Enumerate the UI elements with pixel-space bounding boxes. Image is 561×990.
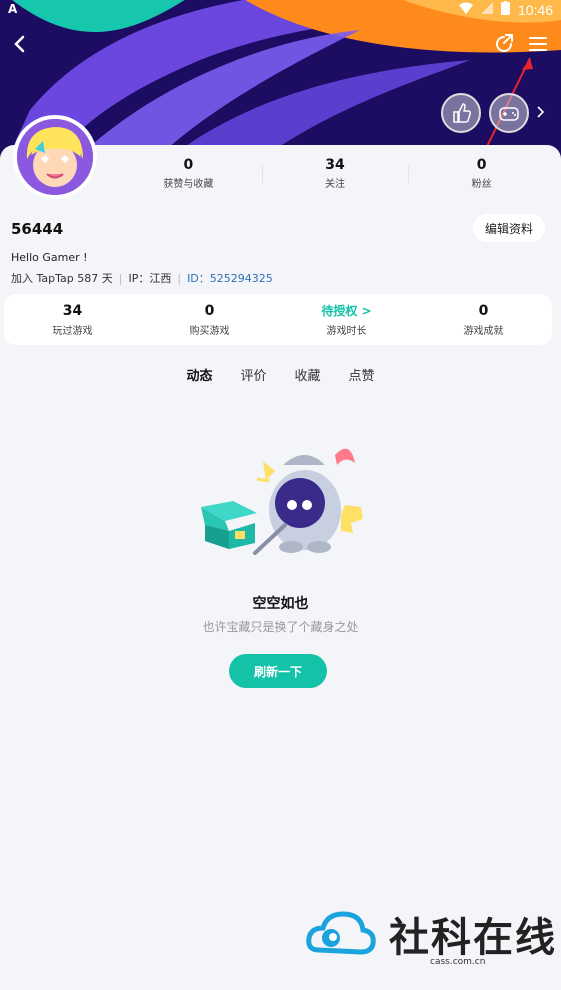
- chevron-right-icon[interactable]: [535, 104, 545, 123]
- likes-count: 0: [183, 157, 194, 173]
- watermark: 社科在线: [305, 905, 557, 963]
- followers-stat[interactable]: 0 粉丝: [408, 157, 555, 191]
- tab-reviews[interactable]: 评价: [240, 365, 266, 384]
- playtime-authorize-link[interactable]: 待授权 >: [278, 303, 415, 319]
- playtime-stat[interactable]: 待授权 > 游戏时长: [278, 303, 415, 337]
- join-days: 加入 TapTap 587 天: [11, 272, 113, 285]
- achievement-badge-thumbsup[interactable]: [441, 93, 481, 133]
- played-games-label: 玩过游戏: [52, 325, 93, 337]
- profile-tabs: 动态 评价 收藏 点赞: [0, 365, 561, 384]
- gamepad-icon: [499, 107, 519, 121]
- achievements-count: 0: [478, 302, 489, 319]
- battery-icon: [500, 1, 510, 19]
- refresh-button[interactable]: 刷新一下: [229, 654, 327, 688]
- purchased-games-count: 0: [204, 302, 215, 319]
- user-id[interactable]: ID：525294325: [187, 270, 273, 286]
- following-label: 关注: [325, 179, 345, 190]
- ip-location: IP：江西: [128, 272, 172, 285]
- likes-label: 获赞与收藏: [163, 179, 214, 190]
- watermark-domain: cass.com.cn: [430, 957, 486, 967]
- likes-stat[interactable]: 0 获赞与收藏: [115, 157, 262, 191]
- back-button[interactable]: [6, 30, 34, 58]
- notification-icon: A: [8, 2, 18, 16]
- empty-state-subtitle: 也许宝藏只是换了个藏身之处: [202, 620, 359, 634]
- followers-label: 粉丝: [471, 179, 492, 190]
- empty-state-title: 空空如也: [252, 596, 309, 612]
- purchased-games-stat[interactable]: 0 购买游戏: [141, 303, 278, 337]
- achievements-label: 游戏成就: [463, 325, 504, 337]
- played-games-count: 34: [62, 302, 83, 319]
- profile-meta: 加入 TapTap 587 天 | IP：江西 | ID：525294325: [11, 270, 273, 286]
- followers-count: 0: [476, 157, 487, 173]
- achievements-stat[interactable]: 0 游戏成就: [415, 303, 552, 337]
- avatar-illustration: [17, 119, 93, 195]
- tab-likes[interactable]: 点赞: [349, 365, 375, 384]
- tab-favorites[interactable]: 收藏: [295, 365, 321, 384]
- tab-activity[interactable]: 动态: [186, 365, 213, 384]
- avatar[interactable]: [13, 115, 97, 199]
- wifi-icon: [458, 2, 473, 18]
- watermark-text: 社科在线: [389, 914, 557, 961]
- purchased-games-label: 购买游戏: [189, 325, 230, 337]
- divider: |: [118, 271, 123, 285]
- thumbs-up-icon: [453, 103, 472, 123]
- username: 56444: [11, 220, 64, 238]
- signal-icon: [480, 2, 493, 18]
- cloud-eye-logo-icon: [306, 911, 376, 955]
- following-count: 34: [325, 157, 345, 173]
- following-stat[interactable]: 34 关注: [261, 157, 409, 191]
- chevron-left-icon: [14, 35, 25, 53]
- achievement-badge-gamepad[interactable]: [489, 93, 529, 133]
- played-games-stat[interactable]: 34 玩过游戏: [4, 303, 141, 337]
- profile-stats: 0 获赞与收藏 34 关注 0 粉丝: [115, 157, 555, 191]
- clock: 10:46: [517, 2, 553, 18]
- game-stats-card: 34 玩过游戏 0 购买游戏 待授权 > 游戏时长 0 游戏成就: [4, 294, 552, 345]
- edit-profile-button[interactable]: 编辑资料: [473, 214, 545, 242]
- empty-state-illustration: [201, 448, 363, 555]
- playtime-label: 游戏时长: [326, 325, 367, 337]
- bio: Hello Gamer !: [11, 251, 88, 264]
- status-bar: A 10:46: [0, 0, 561, 20]
- divider: |: [177, 271, 182, 285]
